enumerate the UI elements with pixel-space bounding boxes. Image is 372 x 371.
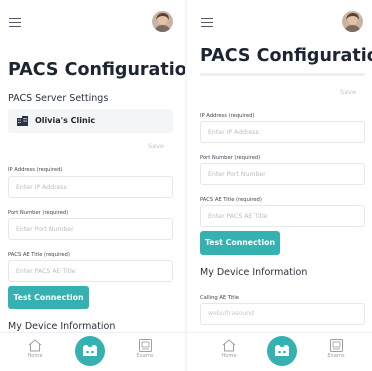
scan-icon bbox=[275, 345, 289, 356]
home-icon bbox=[28, 339, 42, 352]
clinic-selector[interactable]: Olivia's Clinic bbox=[8, 109, 173, 133]
home-tab-label: Home bbox=[221, 353, 237, 359]
port-number-label: Port Number (required) bbox=[200, 155, 261, 161]
home-icon bbox=[222, 339, 236, 352]
tab-exams[interactable]: Exams bbox=[130, 339, 160, 369]
calling-ae-label: Calling AE Title bbox=[200, 295, 239, 301]
port-number-label: Port Number (required) bbox=[8, 210, 69, 216]
device-info-heading: My Device Information bbox=[200, 267, 308, 278]
left-screen: PACS Configuration PACS Server Settings … bbox=[0, 0, 185, 371]
ip-address-input[interactable] bbox=[200, 121, 365, 143]
avatar[interactable] bbox=[152, 11, 173, 32]
tab-exams[interactable]: Exams bbox=[321, 339, 351, 369]
device-info-heading: My Device Information bbox=[8, 321, 116, 332]
ip-address-label: IP Address (required) bbox=[8, 167, 63, 173]
ip-address-label: IP Address (required) bbox=[200, 113, 255, 119]
ip-address-input[interactable] bbox=[8, 176, 173, 198]
tab-home[interactable]: Home bbox=[20, 339, 50, 369]
port-number-input[interactable] bbox=[200, 163, 365, 185]
save-button[interactable]: Save bbox=[148, 142, 164, 150]
menu-icon[interactable] bbox=[9, 18, 21, 28]
scan-icon bbox=[83, 345, 97, 356]
tab-home[interactable]: Home bbox=[214, 339, 244, 369]
ae-title-input[interactable] bbox=[8, 260, 173, 282]
exams-icon bbox=[329, 339, 343, 352]
avatar[interactable] bbox=[342, 11, 363, 32]
server-settings-heading: PACS Server Settings bbox=[8, 93, 109, 104]
test-connection-button[interactable]: Test Connection bbox=[200, 231, 280, 255]
ae-title-label: PACS AE Title (required) bbox=[200, 197, 262, 203]
tab-bar: Home Exams bbox=[187, 332, 372, 371]
port-number-input[interactable] bbox=[8, 218, 173, 240]
clinic-name: Olivia's Clinic bbox=[35, 116, 96, 125]
exams-icon bbox=[138, 339, 152, 352]
menu-icon[interactable] bbox=[201, 18, 213, 28]
exams-tab-label: Exams bbox=[136, 353, 154, 359]
right-screen: PACS Configuration Save IP Address (requ… bbox=[187, 0, 372, 371]
save-button[interactable]: Save bbox=[340, 88, 356, 96]
tab-scan[interactable] bbox=[267, 336, 297, 366]
test-connection-button[interactable]: Test Connection bbox=[8, 286, 89, 309]
tab-bar: Home Exams bbox=[0, 332, 185, 371]
ae-title-input[interactable] bbox=[200, 205, 365, 227]
home-tab-label: Home bbox=[27, 353, 43, 359]
clinic-card-edge bbox=[200, 73, 365, 76]
calling-ae-field[interactable]: webultrasound bbox=[200, 303, 365, 325]
page-title: PACS Configuration bbox=[200, 46, 372, 66]
tab-scan[interactable] bbox=[75, 336, 105, 366]
page-title: PACS Configuration bbox=[8, 60, 185, 80]
building-icon bbox=[17, 116, 28, 126]
ae-title-label: PACS AE Title (required) bbox=[8, 252, 70, 258]
exams-tab-label: Exams bbox=[327, 353, 345, 359]
